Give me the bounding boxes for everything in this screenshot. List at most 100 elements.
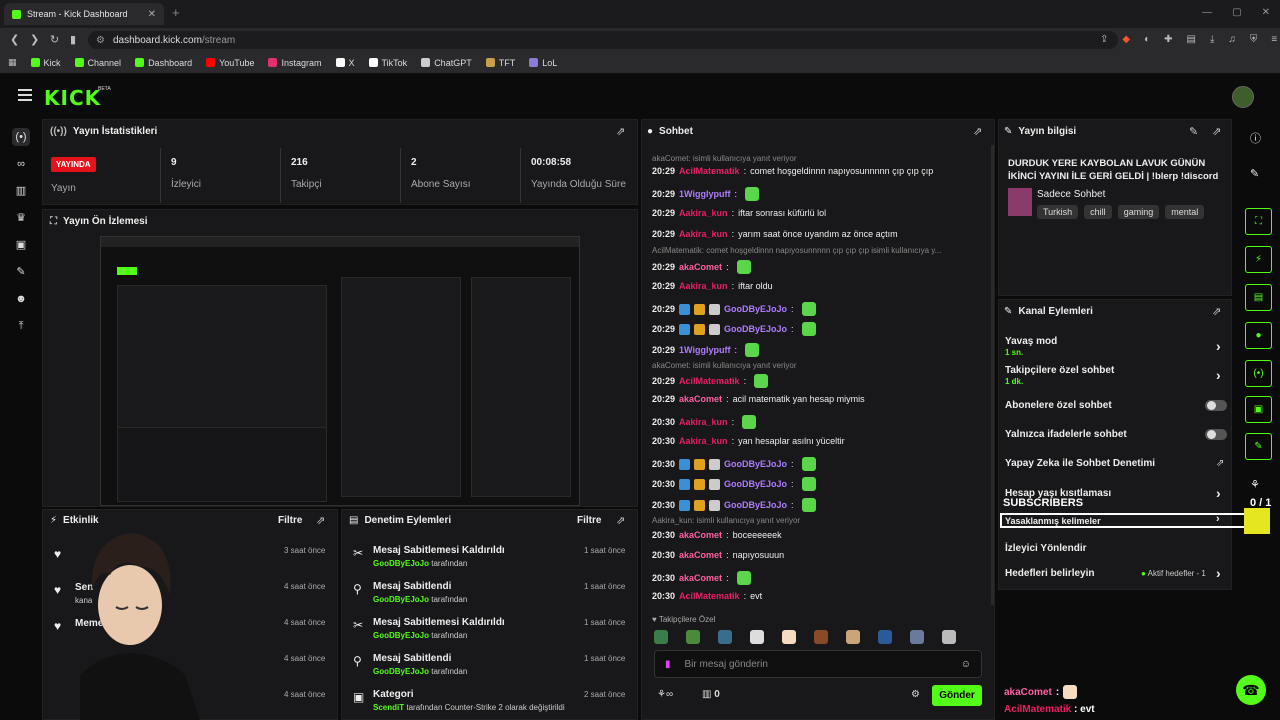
microphone-icon[interactable]: ▮ [665,659,671,670]
wrench-icon[interactable]: ✎ [12,263,30,281]
bookmark-x[interactable]: X [335,58,355,68]
chat-settings-icon[interactable]: ⚙ [911,689,920,700]
chat-scrollbar[interactable] [991,145,994,605]
external-link-icon[interactable]: ⇗ [1216,458,1224,469]
popout-icon[interactable]: ⇗ [1212,125,1221,138]
moderation-filter-button[interactable]: Filtre [577,515,601,526]
bookmark-tiktok[interactable]: TikTok [368,58,407,68]
link-icon[interactable]: ∞ [12,155,30,173]
extensions-icon[interactable]: ✚ [1164,34,1172,45]
broadcast-icon[interactable]: (•) [1245,360,1272,387]
emote-icon[interactable] [942,630,956,644]
tag[interactable]: gaming [1117,205,1160,219]
subscribers-only-toggle[interactable] [1205,400,1227,411]
chat-message[interactable]: 20:30 akaComet: napıyosuuun [652,550,784,560]
back-icon[interactable]: ❮ [10,33,19,46]
popout-icon[interactable]: ⇗ [616,514,625,527]
emote-icon[interactable] [814,630,828,644]
kick-logo[interactable]: KICK [44,86,101,110]
slow-mode-label[interactable]: Yavaş mod [1005,336,1057,347]
popout-icon[interactable]: ⇗ [1212,305,1221,318]
emoji-icon[interactable]: ☺ [961,659,971,670]
wrench-icon[interactable]: ✎ [1245,433,1272,460]
ai-moderation-label[interactable]: Yapay Zeka ile Sohbet Denetimi [1005,458,1155,469]
chat-message[interactable]: 20:29 GooDByEJoJo: [652,302,816,316]
chat-username[interactable]: Aakira_kun [679,229,728,239]
stream-preview[interactable] [100,236,580,506]
emote-icon[interactable] [654,630,668,644]
chat-username[interactable]: GooDByEJoJo [724,479,787,489]
chat-message[interactable]: 20:29 AcilMatematik: comet hoşgeldinnn nap… [652,166,933,176]
info-icon[interactable]: ⓘ [1250,130,1261,146]
chevron-right-icon[interactable]: › [1216,513,1220,525]
maximize-icon[interactable]: ▢ [1232,7,1241,18]
chat-username[interactable]: GooDByEJoJo [724,324,787,334]
bookmark-youtube[interactable]: YouTube [206,58,254,68]
add-widget-icon[interactable]: ⚘ [1250,478,1260,491]
emote-icon[interactable] [910,630,924,644]
video-icon[interactable]: ▣ [12,236,30,254]
events-filter-button[interactable]: Filtre [278,515,302,526]
category-thumbnail[interactable] [1008,188,1032,216]
edit-icon[interactable]: ✎ [1189,125,1198,138]
chat-message[interactable]: 20:29 1Wigglypuff: [652,187,759,201]
chat-message[interactable]: 20:29 Aakira_kun: yarım saat önce uyandım … [652,229,898,239]
address-bar[interactable]: ⚙ dashboard.kick.com/stream [88,31,1118,49]
close-tab-icon[interactable]: ✕ [148,9,156,20]
chat-message[interactable]: 20:30 AcilMatematik: evt [652,591,762,601]
downloads-icon[interactable]: ⤓ [1210,34,1214,45]
chat-message[interactable]: 20:30 Aakira_kun: yan hesaplar asılnı yüce… [652,436,845,446]
chat-username[interactable]: GooDByEJoJo [724,500,787,510]
reload-icon[interactable]: ↻ [50,33,59,46]
apps-icon[interactable]: ▦ [8,57,17,68]
chat-username[interactable]: akaComet [679,550,722,560]
chat-username[interactable]: Aakira_kun [679,436,728,446]
emote-icon[interactable] [878,630,892,644]
chat-message[interactable]: 20:30 GooDByEJoJo: [652,477,816,491]
trophy-icon[interactable]: ♛ [12,209,30,227]
bookmark-lol[interactable]: LoL [529,58,557,68]
bookmark-channel[interactable]: Channel [74,58,121,68]
emote-icon[interactable] [750,630,764,644]
bookmark-chatgpt[interactable]: ChatGPT [421,58,472,68]
emote-icon[interactable] [686,630,700,644]
document-icon[interactable]: ▤ [1245,284,1272,311]
chat-username[interactable]: Aakira_kun [679,417,728,427]
chat-username[interactable]: 1Wigglypuff [679,345,730,355]
emote-icon[interactable] [718,630,732,644]
close-window-icon[interactable]: ✕ [1262,7,1270,18]
chat-icon[interactable]: ● [1245,322,1272,349]
chat-username[interactable]: akaComet [679,530,722,540]
chat-message[interactable]: 20:29 akaComet: [652,260,751,274]
chat-message[interactable]: 20:29 GooDByEJoJo: [652,322,816,336]
layout-icon[interactable]: ▣ [1245,396,1272,423]
emote-icon[interactable] [846,630,860,644]
popout-icon[interactable]: ⇗ [316,514,325,527]
set-goals-label[interactable]: Hedefleri belirleyin [1005,568,1094,579]
chevron-right-icon[interactable]: › [1216,565,1221,581]
extension-icon[interactable]: ◐ [1144,34,1150,45]
category-name[interactable]: Sadece Sohbet [1037,189,1105,200]
chat-username[interactable]: AcilMatematik [679,166,740,176]
bookmark-dashboard[interactable]: Dashboard [135,58,192,68]
chat-username[interactable]: akaComet [679,262,722,272]
channel-points-icon[interactable]: ⚘∞ [657,689,673,700]
brave-shield-icon[interactable]: ◆ [1122,34,1130,45]
menu-icon[interactable]: ≡ [1271,34,1277,45]
share-icon[interactable]: ⇪ [1100,34,1108,45]
chat-message[interactable]: 20:29 AcilMatematik: [652,374,769,388]
chat-message[interactable]: 20:30 GooDByEJoJo: [652,498,816,512]
edit-icon[interactable]: ✎ [1250,167,1259,180]
forward-icon[interactable]: ❯ [30,33,39,46]
bolt-icon[interactable]: ⚡ [1245,246,1272,273]
broadcast-icon[interactable]: (•) [12,128,30,146]
browser-tab[interactable]: Stream - Kick Dashboard ✕ [4,3,164,25]
followers-only-label[interactable]: Takipçilere özel sohbet [1005,365,1114,376]
user-avatar[interactable] [1232,86,1254,108]
popout-icon[interactable]: ⇗ [973,125,982,138]
chat-message[interactable]: 20:29 Aakira_kun: iftar sonrası küfürlü lo… [652,208,826,218]
popout-icon[interactable]: ⇗ [616,125,625,138]
minimize-icon[interactable]: — [1202,7,1212,18]
sidebar-icon[interactable]: ▤ [1187,34,1196,45]
chat-username[interactable]: Aakira_kun [679,281,728,291]
